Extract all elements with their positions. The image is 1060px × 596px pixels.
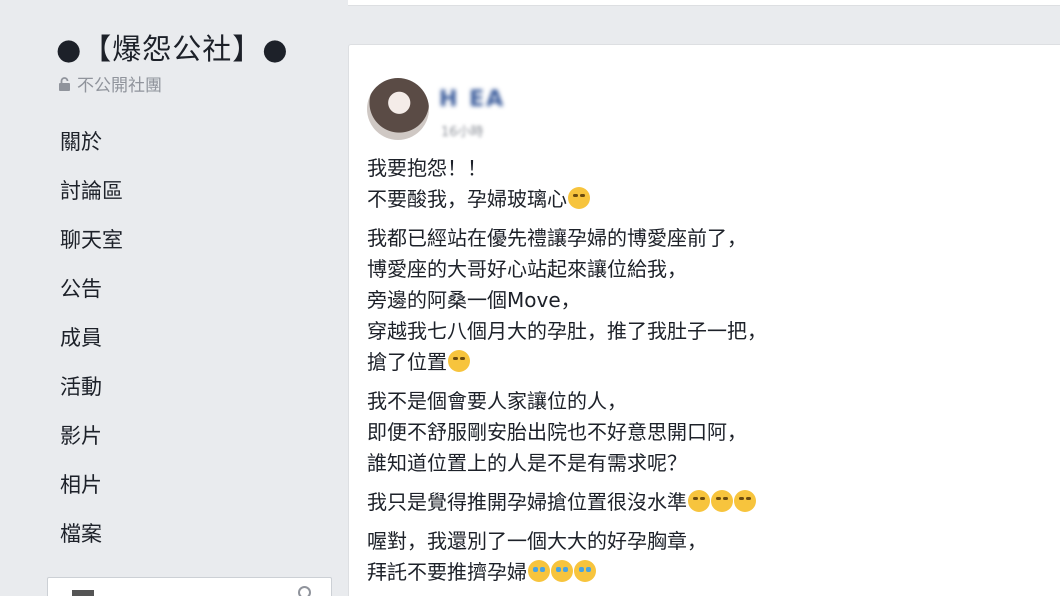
post-paragraph: 我只是覺得推開孕婦搶位置很沒水準 <box>367 487 1047 518</box>
post-body: 我要抱怨！！ 不要酸我，孕婦玻璃心 我都已經站在優先禮讓孕婦的博愛座前了， 博愛… <box>367 153 1047 596</box>
post-line: 即便不舒服剛安胎出院也不好意思開口阿， <box>367 417 1047 448</box>
post-text: 拜託不要推擠孕婦 <box>367 560 527 584</box>
post-text: 不要酸我，孕婦玻璃心 <box>367 187 567 211</box>
post-line: 我只是覺得推開孕婦搶位置很沒水準 <box>367 487 1047 518</box>
post-line: 我要抱怨！！ <box>367 153 1047 184</box>
post-paragraph: 喔對，我還別了一個大大的好孕胸章， 拜託不要推擠孕婦 <box>367 526 1047 588</box>
post-line: 喔對，我還別了一個大大的好孕胸章， <box>367 526 1047 557</box>
post-line: 誰知道位置上的人是不是有需求呢？ <box>367 448 1047 479</box>
sidebar-item-about[interactable]: 關於 <box>60 124 123 173</box>
sidebar-item-photos[interactable]: 相片 <box>60 467 123 516</box>
privacy-label: 不公開社團 <box>77 76 162 96</box>
privacy-status: 不公開社團 <box>58 71 162 96</box>
sidebar-item-discussion[interactable]: 討論區 <box>60 173 123 222</box>
post-timestamp[interactable]: 16小時 <box>441 121 484 140</box>
group-name[interactable]: ●【爆怨公社】● <box>56 26 289 68</box>
crying-emoji-icon <box>574 560 596 582</box>
post-line: 旁邊的阿桑一個Move， <box>367 285 1047 316</box>
crying-emoji-icon <box>528 560 550 582</box>
post-line: 搶了位置 <box>367 347 1047 378</box>
rolling-eyes-emoji-icon <box>711 490 733 512</box>
post-text: 我要抱怨！！ <box>367 156 487 180</box>
post-paragraph: 我要抱怨！！ 不要酸我，孕婦玻璃心 <box>367 153 1047 215</box>
grinning-sweat-emoji-icon <box>568 187 590 209</box>
post-text: 喔對，我還別了一個大大的好孕胸章， <box>367 529 707 553</box>
author-name[interactable]: H EA <box>439 87 505 112</box>
post-line: 拜託不要推擠孕婦 <box>367 557 1047 588</box>
post-text: 博愛座的大哥好心站起來讓位給我， <box>367 257 687 281</box>
post-text: 旁邊的阿桑一個Move， <box>367 288 581 312</box>
author-avatar[interactable] <box>367 78 429 140</box>
post-text: 我只是覺得推開孕婦搶位置很沒水準 <box>367 490 687 514</box>
rolling-eyes-emoji-icon <box>734 490 756 512</box>
post-line: 穿越我七八個月大的孕肚，推了我肚子一把， <box>367 316 1047 347</box>
post-paragraph: 我都已經站在優先禮讓孕婦的博愛座前了， 博愛座的大哥好心站起來讓位給我， 旁邊的… <box>367 223 1047 378</box>
rolling-eyes-emoji-icon <box>688 490 710 512</box>
sidebar-item-events[interactable]: 活動 <box>60 369 123 418</box>
post-card: H EA 16小時 我要抱怨！！ 不要酸我，孕婦玻璃心 我都已經站在優先禮讓孕婦… <box>348 44 1060 596</box>
post-text: 我不是個會要人家讓位的人， <box>367 389 627 413</box>
sidebar-item-chat[interactable]: 聊天室 <box>60 222 123 271</box>
group-sidebar: ●【爆怨公社】● 不公開社團 關於 討論區 聊天室 公告 成員 活動 影片 相片… <box>0 0 340 596</box>
post-paragraph: 我不是個會要人家讓位的人， 即便不舒服剛安胎出院也不好意思開口阿， 誰知道位置上… <box>367 386 1047 479</box>
sidebar-item-videos[interactable]: 影片 <box>60 418 123 467</box>
search-thumbnail <box>72 590 94 596</box>
sidebar-item-announcements[interactable]: 公告 <box>60 271 123 320</box>
group-nav: 關於 討論區 聊天室 公告 成員 活動 影片 相片 檔案 <box>60 124 123 565</box>
post-text: 穿越我七八個月大的孕肚，推了我肚子一把， <box>367 319 767 343</box>
lock-icon <box>59 76 70 91</box>
previous-post-card <box>348 0 1060 6</box>
post-text: 誰知道位置上的人是不是有需求呢？ <box>367 451 687 475</box>
group-search-input[interactable] <box>47 577 332 596</box>
post-line: 我都已經站在優先禮讓孕婦的博愛座前了， <box>367 223 1047 254</box>
sidebar-item-members[interactable]: 成員 <box>60 320 123 369</box>
rolling-eyes-emoji-icon <box>448 350 470 372</box>
post-line: 博愛座的大哥好心站起來讓位給我， <box>367 254 1047 285</box>
post-text: 搶了位置 <box>367 350 447 374</box>
post-line: 我不是個會要人家讓位的人， <box>367 386 1047 417</box>
post-text: 我都已經站在優先禮讓孕婦的博愛座前了， <box>367 226 747 250</box>
search-icon[interactable] <box>297 585 315 596</box>
crying-emoji-icon <box>551 560 573 582</box>
post-line: 不要酸我，孕婦玻璃心 <box>367 184 1047 215</box>
sidebar-item-files[interactable]: 檔案 <box>60 516 123 565</box>
post-text: 即便不舒服剛安胎出院也不好意思開口阿， <box>367 420 747 444</box>
